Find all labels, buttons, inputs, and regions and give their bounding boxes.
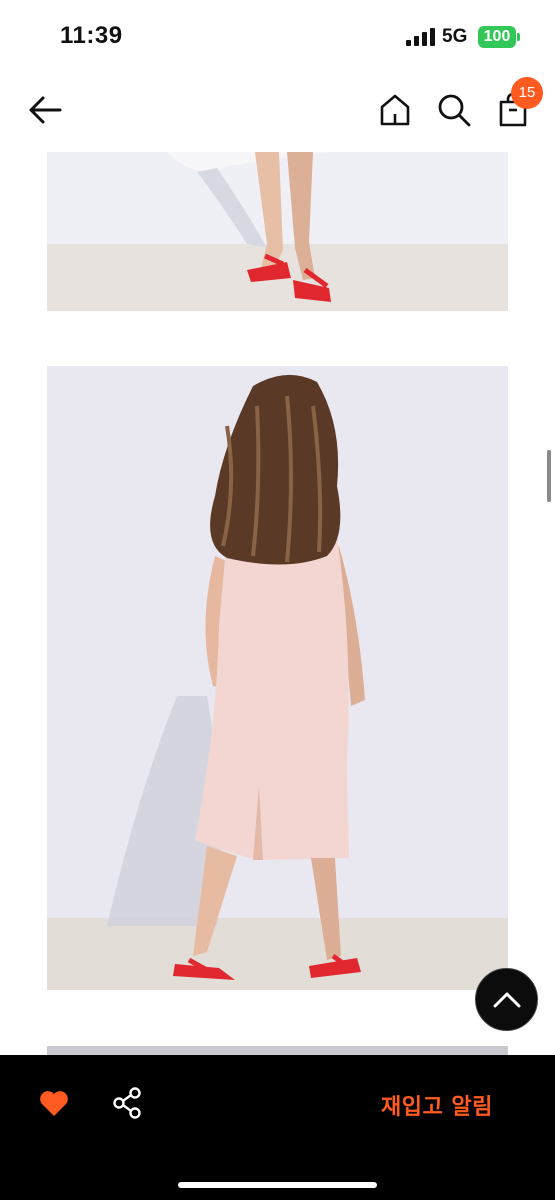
sandals-photo	[47, 152, 508, 311]
dress-photo	[47, 366, 508, 990]
product-image-sandals-closeup	[47, 152, 508, 311]
signal-icon	[406, 28, 435, 46]
share-icon[interactable]	[112, 1087, 142, 1119]
home-icon[interactable]	[378, 92, 412, 128]
network-type: 5G	[442, 26, 468, 47]
chevron-up-icon	[493, 992, 521, 1008]
back-arrow-icon[interactable]	[26, 92, 64, 128]
product-image-back-view-dress	[47, 366, 508, 990]
battery-indicator: 100	[478, 26, 516, 48]
home-indicator	[178, 1182, 377, 1188]
search-icon[interactable]	[436, 92, 472, 128]
battery-tip	[517, 33, 520, 41]
status-bar: 11:39 5G 100	[0, 0, 555, 72]
status-time: 11:39	[60, 22, 123, 49]
scrollbar[interactable]	[547, 450, 551, 502]
bottom-action-bar: 재입고 알림	[0, 1055, 555, 1200]
cart-count-badge: 15	[511, 77, 543, 109]
restock-alert-button[interactable]: 재입고 알림	[381, 1089, 493, 1121]
scroll-to-top-button[interactable]	[475, 968, 538, 1031]
heart-icon[interactable]	[38, 1088, 70, 1118]
top-nav-bar: 15	[0, 72, 555, 150]
